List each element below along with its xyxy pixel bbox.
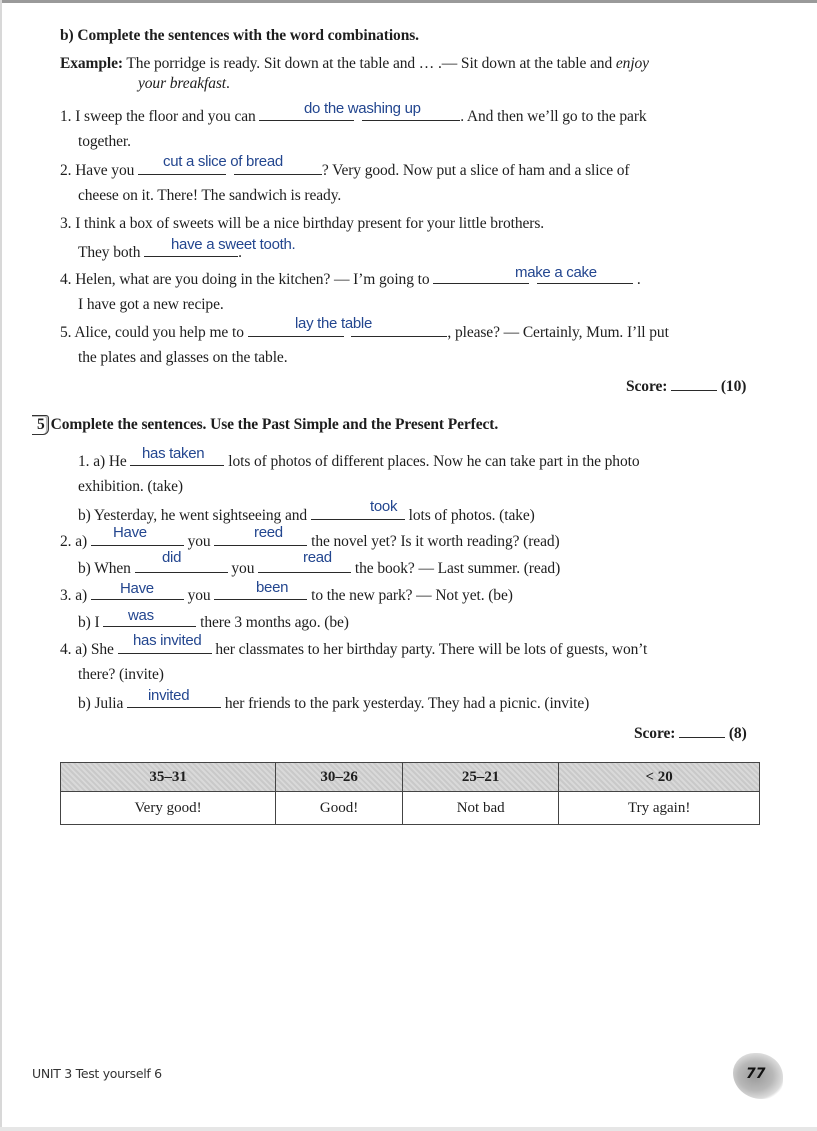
score-label-cell: Not bad [401,791,560,825]
score-range-cell: 35–31 [59,762,277,792]
handwritten-answer: Have [120,580,154,597]
b-item-5-cont: the plates and glasses on the table. [78,349,288,366]
score-blank[interactable] [679,723,726,738]
example-line: Example: The porridge is ready. Sit down… [60,55,649,73]
handwritten-answer: make a cake [515,264,597,281]
handwritten-answer: was [128,607,154,624]
score-range-cell: 30–26 [275,762,403,792]
score-range-row: 35–31 30–26 25–21 < 20 [59,762,760,792]
score-label-cell: Try again! [558,791,760,825]
handwritten-answer: did [162,549,182,566]
unit-footer: UNIT 3 Test yourself 6 [32,1066,162,1081]
handwritten-answer: has invited [133,632,202,649]
score-b: Score: (10) [626,376,747,395]
score-table: 35–31 30–26 25–21 < 20 Very good! Good! … [59,762,760,825]
exercise-5-heading: 5 Complete the sentences. Use the Past Si… [32,415,498,435]
b-item-4-cont: I have got a new recipe. [78,296,224,313]
b-item-2-cont: cheese on it. There! The sandwich is rea… [78,187,342,204]
b-item-1-cont: together. [78,133,131,150]
score-ex5: Score: (8) [634,723,747,742]
handwritten-answer: cut a slice of bread [163,153,283,170]
handwritten-answer: reed [254,524,283,541]
score-label-row: Very good! Good! Not bad Try again! [59,791,760,825]
left-border [0,0,2,1131]
handwritten-answer: invited [148,687,190,704]
ex5-item-1b: b) Yesterday, he went sightseeing and lo… [78,507,535,524]
page-number: 77 [746,1066,766,1082]
handwritten-answer: Have [113,524,147,541]
score-blank[interactable] [671,376,718,391]
score-range-cell: < 20 [558,762,760,792]
b-item-3: 3. I think a box of sweets will be a nic… [60,215,545,232]
section-b-heading: b) Complete the sentences with the word … [60,27,419,44]
score-label-cell: Good! [275,791,403,825]
example-label: Example: [60,55,123,72]
handwritten-answer: do the washing up [304,100,421,117]
ex5-item-1a-cont: exhibition. (take) [78,478,183,495]
score-range-cell: 25–21 [401,762,560,792]
b-item-2: 2. Have you ? Very good. Now put a slice… [60,162,630,179]
ex5-item-3b: b) I there 3 months ago. (be) [78,614,349,631]
top-border [0,0,817,3]
score-label-cell: Very good! [59,791,277,825]
handwritten-answer: has taken [142,445,205,462]
handwritten-answer: took [370,498,398,515]
ex5-item-4a-cont: there? (invite) [78,666,164,683]
example-italic-1: enjoy [615,55,649,72]
bottom-border [0,1127,817,1131]
example-text: The porridge is ready. Sit down at the t… [126,55,613,72]
handwritten-answer: read [303,549,332,566]
example-italic-2: your breakfast [138,75,226,92]
exercise-number-badge: 5 [32,415,49,435]
handwritten-answer: been [256,579,289,596]
handwritten-answer: lay the table [295,315,372,332]
example-line-2: your breakfast. [138,75,230,92]
handwritten-answer: have a sweet tooth. [171,236,296,253]
